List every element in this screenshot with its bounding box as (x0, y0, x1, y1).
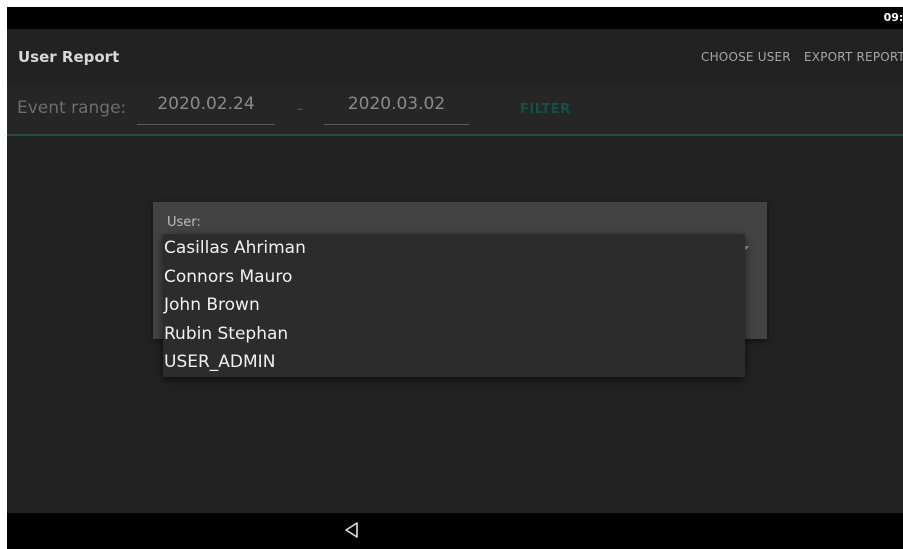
start-date-field[interactable]: 2020.02.24 (137, 92, 275, 125)
user-option-john-brown[interactable]: John Brown (163, 291, 745, 320)
user-label: User: (167, 215, 201, 230)
user-option-rubin-stephan[interactable]: Rubin Stephan (163, 320, 745, 349)
user-option-connors-mauro[interactable]: Connors Mauro (163, 263, 745, 292)
user-dropdown-list: Casillas Ahriman Connors Mauro John Brow… (163, 234, 745, 377)
status-bar: 09:5 (7, 7, 903, 29)
status-time: 09:5 (883, 11, 903, 24)
app-title: User Report (18, 48, 120, 66)
navigation-bar (7, 513, 903, 549)
app-bar: User Report CHOOSE USER EXPORT REPORT (7, 29, 903, 85)
choose-user-button[interactable]: CHOOSE USER (701, 50, 791, 64)
user-option-user-admin[interactable]: USER_ADMIN (163, 348, 745, 377)
event-range-label: Event range: (17, 98, 127, 118)
back-triangle-icon[interactable] (344, 521, 360, 539)
end-date-field[interactable]: 2020.03.02 (324, 92, 469, 125)
filter-bar: Event range: 2020.02.24 - 2020.03.02 FIL… (7, 85, 903, 135)
device-screen: 09:5 User Report CHOOSE USER EXPORT REPO… (7, 7, 903, 549)
user-option-casillas-ahriman[interactable]: Casillas Ahriman (163, 234, 745, 263)
filter-button[interactable]: FILTER (520, 102, 571, 117)
filter-divider (7, 134, 903, 136)
export-report-button[interactable]: EXPORT REPORT (804, 50, 903, 64)
range-separator: - (297, 99, 304, 119)
